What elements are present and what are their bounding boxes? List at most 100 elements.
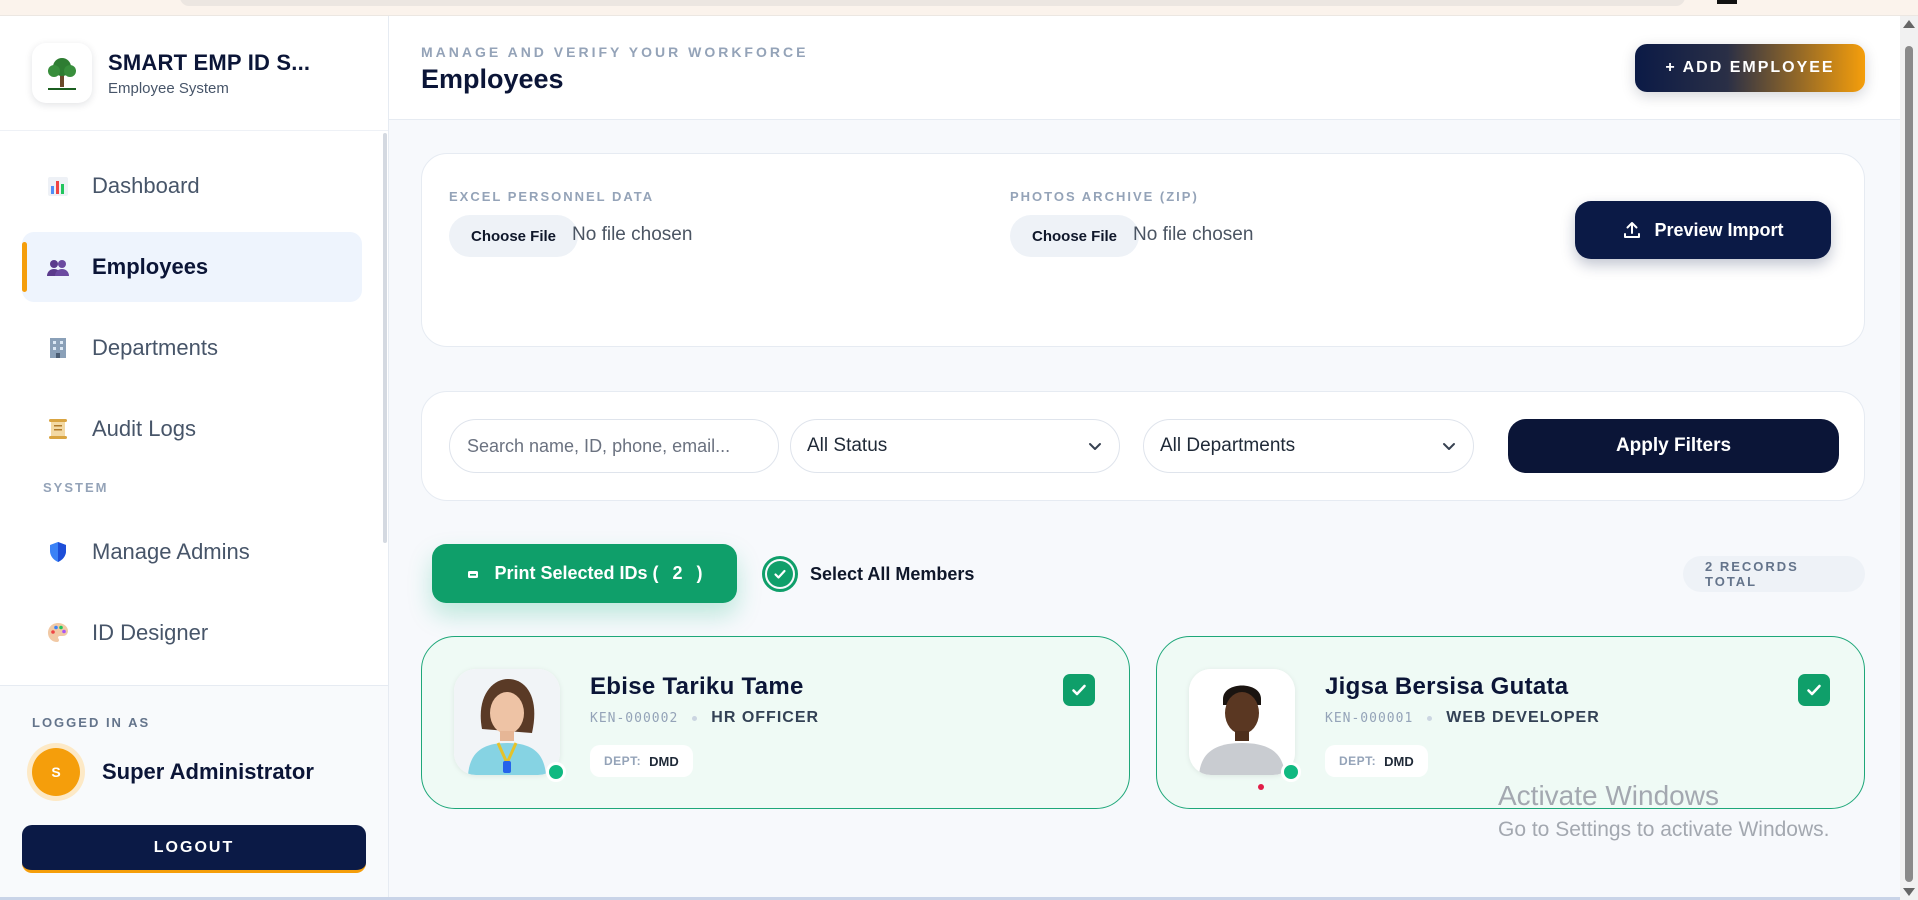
current-user: S Super Administrator [32, 748, 388, 796]
shield-icon [46, 540, 70, 564]
filter-card: All Status All Departments Apply Filters [421, 391, 1865, 501]
bar-chart-icon [46, 174, 70, 198]
department-badge: DEPT: DMD [1325, 745, 1428, 777]
sidebar: SMART EMP ID S... Employee System Dashbo… [0, 16, 389, 900]
scroll-down-arrow-icon[interactable] [1903, 888, 1915, 896]
employee-select-checkbox[interactable] [1063, 674, 1095, 706]
sidebar-section-system: SYSTEM [43, 480, 109, 495]
excel-choose-file-button[interactable]: Choose File [449, 215, 579, 257]
page-eyebrow: MANAGE AND VERIFY YOUR WORKFORCE [421, 44, 809, 60]
employee-role: WEB DEVELOPER [1446, 709, 1600, 726]
palette-icon [46, 621, 70, 645]
scroll-up-arrow-icon[interactable] [1903, 20, 1915, 28]
menu-glyph-icon[interactable] [1717, 0, 1737, 4]
chevron-down-icon [1089, 443, 1101, 450]
separator-dot [1427, 715, 1433, 721]
dept-value: DMD [649, 753, 679, 769]
address-bar[interactable] [180, 0, 1685, 6]
brand-subtitle: Employee System [108, 79, 229, 97]
preview-import-label: Preview Import [1654, 219, 1784, 240]
status-select-value: All Status [807, 435, 888, 456]
sidebar-item-employees[interactable]: Employees [22, 232, 362, 302]
sidebar-item-label: ID Designer [92, 620, 209, 645]
check-icon [1072, 684, 1086, 696]
bulk-actions-row: Print Selected IDs ( 2 ) Select All Memb… [421, 544, 1865, 604]
sidebar-item-dashboard[interactable]: Dashboard [22, 151, 362, 221]
department-badge: DEPT: DMD [590, 745, 693, 777]
watermark-line-2: Go to Settings to activate Windows. [1498, 818, 1830, 841]
logout-button[interactable]: LOGOUT [22, 825, 366, 873]
dept-value: DMD [1384, 753, 1414, 769]
employee-role: HR OFFICER [711, 709, 820, 726]
page-header: MANAGE AND VERIFY YOUR WORKFORCE Employe… [389, 16, 1900, 120]
sidebar-item-label: Departments [92, 335, 218, 360]
department-select-value: All Departments [1160, 435, 1296, 456]
windows-activation-watermark: Activate Windows Go to Settings to activ… [1498, 780, 1830, 842]
online-status-indicator [546, 762, 566, 782]
sidebar-user-panel: LOGGED IN AS S Super Administrator LOGOU… [0, 685, 388, 900]
select-all-members[interactable]: Select All Members [762, 556, 974, 592]
scroll-icon [46, 417, 70, 441]
apply-filters-button[interactable]: Apply Filters [1508, 419, 1839, 473]
sidebar-item-label: Employees [92, 254, 209, 279]
logged-in-label: LOGGED IN AS [32, 715, 151, 730]
employee-photo [1189, 669, 1295, 775]
user-name: Super Administrator [102, 759, 314, 784]
select-all-checkbox[interactable] [762, 556, 798, 592]
employee-meta: KEN-000001 WEB DEVELOPER [1325, 709, 1600, 727]
photos-archive-label: PHOTOS ARCHIVE (ZIP) [1010, 189, 1199, 204]
page-scrollbar[interactable] [1900, 16, 1918, 900]
employee-card[interactable]: Ebise Tariku Tame KEN-000002 HR OFFICER … [421, 636, 1130, 809]
print-close: ) [696, 563, 703, 583]
print-count: 2 [672, 563, 683, 583]
sidebar-item-audit-logs[interactable]: Audit Logs [22, 394, 362, 464]
search-input[interactable] [449, 419, 779, 473]
print-selected-ids-button[interactable]: Print Selected IDs ( 2 ) [432, 544, 737, 603]
main-content: MANAGE AND VERIFY YOUR WORKFORCE Employe… [389, 16, 1900, 900]
chevron-down-icon [1443, 443, 1455, 450]
employee-name: Ebise Tariku Tame [590, 673, 804, 700]
employee-meta: KEN-000002 HR OFFICER [590, 709, 819, 727]
scrollbar-thumb[interactable] [1905, 46, 1913, 882]
brand-title: SMART EMP ID S... [108, 49, 311, 75]
sidebar-nav: Dashboard Employees Departments Audit Lo… [0, 131, 388, 668]
employee-name: Jigsa Bersisa Gutata [1325, 673, 1569, 700]
brand[interactable]: SMART EMP ID S... Employee System [0, 16, 388, 131]
dept-label: DEPT: [604, 754, 642, 768]
records-total-badge: 2 RECORDS TOTAL [1683, 556, 1865, 592]
employee-id: KEN-000001 [1325, 710, 1414, 726]
sidebar-item-manage-admins[interactable]: Manage Admins [22, 517, 362, 587]
preview-import-button[interactable]: Preview Import [1575, 201, 1831, 259]
sidebar-item-label: Dashboard [92, 173, 200, 198]
excel-file-status: No file chosen [572, 224, 693, 245]
sidebar-item-departments[interactable]: Departments [22, 313, 362, 383]
printer-icon [468, 570, 479, 578]
avatar: S [32, 748, 80, 796]
employee-photo [454, 669, 560, 775]
employee-id: KEN-000002 [590, 710, 679, 726]
sidebar-scrollbar[interactable] [383, 133, 387, 543]
status-select[interactable]: All Status [790, 419, 1120, 473]
print-label: Print Selected IDs ( [494, 563, 659, 583]
tree-logo-icon [48, 58, 76, 90]
excel-data-label: EXCEL PERSONNEL DATA [449, 189, 655, 204]
photos-file-status: No file chosen [1133, 224, 1254, 245]
browser-top-strip [0, 0, 1918, 16]
photos-choose-file-button[interactable]: Choose File [1010, 215, 1140, 257]
users-icon [46, 255, 70, 279]
online-status-indicator [1281, 762, 1301, 782]
add-employee-button[interactable]: + ADD EMPLOYEE [1635, 44, 1865, 92]
separator-dot [692, 715, 698, 721]
building-icon [46, 336, 70, 360]
page-title: Employees [421, 64, 564, 94]
watermark-line-1: Activate Windows [1498, 780, 1719, 811]
upload-icon [1624, 222, 1641, 238]
sidebar-item-id-designer[interactable]: ID Designer [22, 598, 362, 668]
employee-select-checkbox[interactable] [1798, 674, 1830, 706]
sidebar-item-label: Manage Admins [92, 539, 250, 564]
dept-label: DEPT: [1339, 754, 1377, 768]
department-select[interactable]: All Departments [1143, 419, 1474, 473]
sidebar-item-label: Audit Logs [92, 416, 196, 441]
check-icon [774, 569, 786, 579]
select-all-label: Select All Members [810, 563, 975, 584]
